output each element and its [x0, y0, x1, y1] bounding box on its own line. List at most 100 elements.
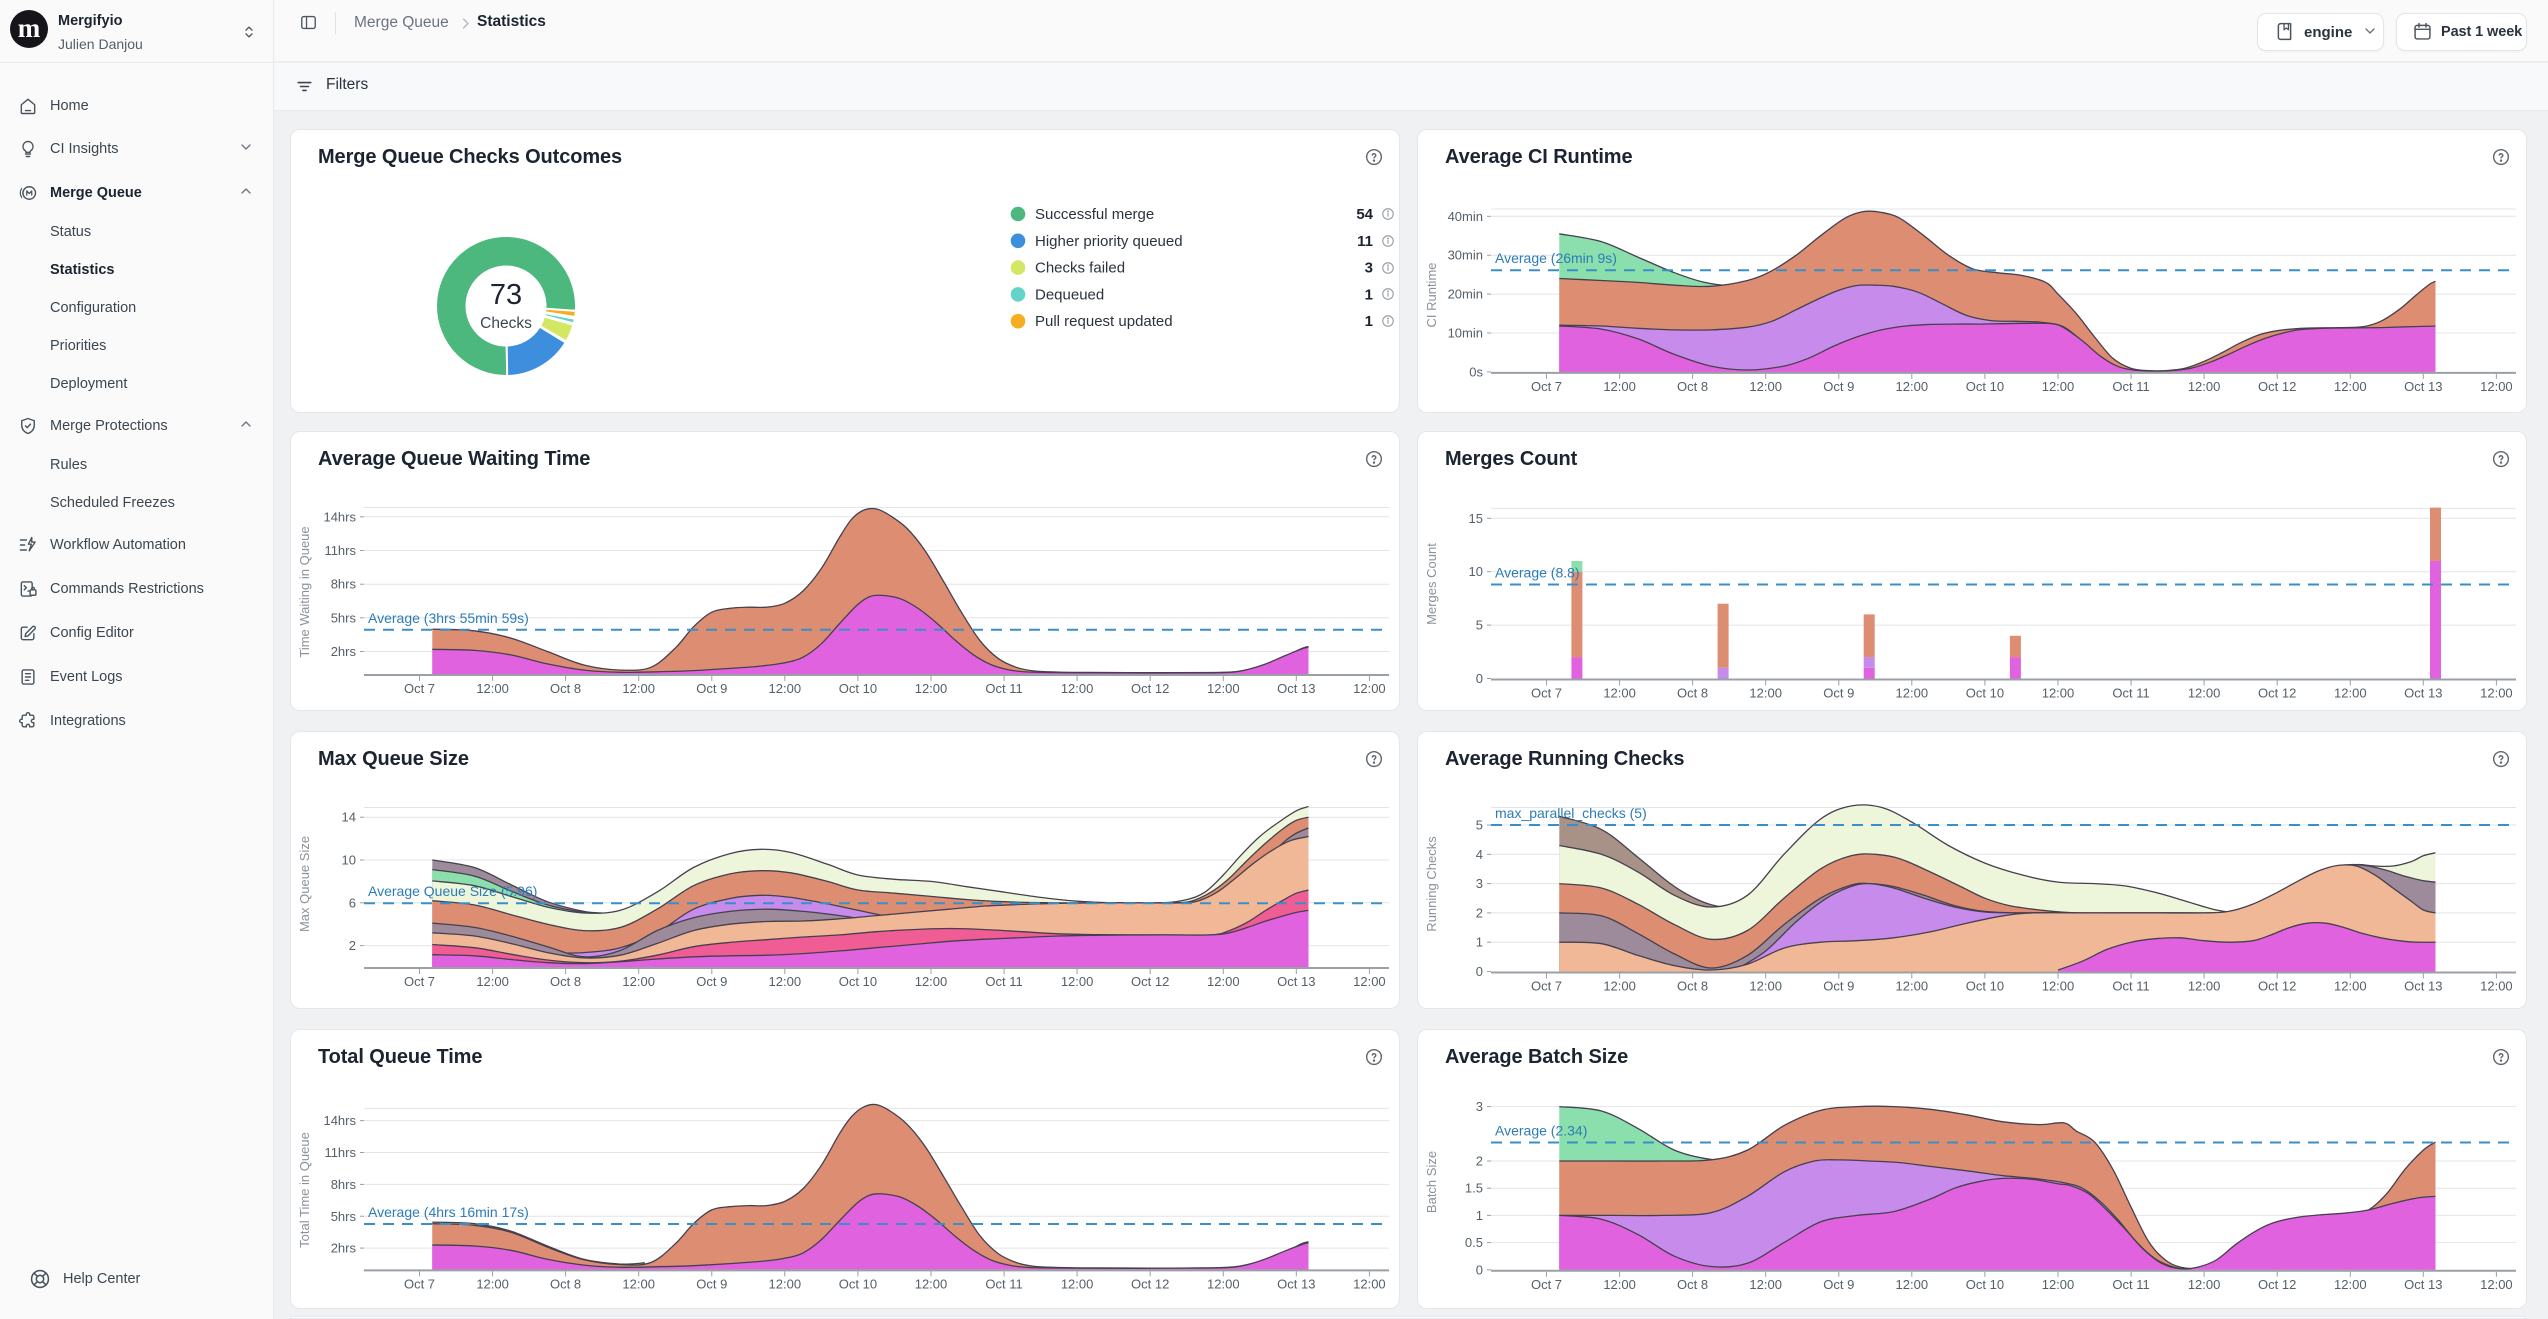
svg-text:54: 54: [1356, 206, 1373, 223]
svg-text:12:00: 12:00: [622, 681, 655, 696]
svg-text:Oct 13: Oct 13: [1277, 974, 1315, 989]
svg-text:2hrs: 2hrs: [331, 644, 357, 659]
svg-text:12:00: 12:00: [915, 681, 948, 696]
svg-text:12:00: 12:00: [2480, 686, 2513, 701]
svg-text:Oct 10: Oct 10: [839, 681, 877, 696]
svg-text:Max Queue Size: Max Queue Size: [297, 836, 312, 932]
svg-text:Average (26min 9s): Average (26min 9s): [1495, 250, 1617, 266]
svg-text:Oct 8: Oct 8: [550, 1276, 581, 1291]
svg-text:Oct 7: Oct 7: [1531, 979, 1562, 994]
svg-text:Oct 11: Oct 11: [2112, 979, 2149, 994]
svg-text:Pull request updated: Pull request updated: [1035, 313, 1173, 330]
svg-text:12:00: 12:00: [915, 1276, 948, 1291]
svg-text:0: 0: [1476, 671, 1483, 686]
svg-text:Oct 10: Oct 10: [839, 1276, 877, 1291]
svg-text:10: 10: [342, 853, 356, 868]
svg-text:Oct 13: Oct 13: [2404, 1277, 2442, 1292]
svg-text:14hrs: 14hrs: [323, 509, 356, 524]
svg-text:3: 3: [1365, 260, 1373, 277]
svg-text:12:00: 12:00: [2188, 686, 2221, 701]
svg-text:12:00: 12:00: [2042, 979, 2075, 994]
svg-text:Oct 10: Oct 10: [1966, 1277, 2004, 1292]
svg-text:5hrs: 5hrs: [331, 1209, 357, 1224]
svg-text:Oct 10: Oct 10: [1966, 686, 2004, 701]
svg-text:11hrs: 11hrs: [324, 1145, 356, 1160]
svg-text:Average (8.8): Average (8.8): [1495, 565, 1580, 581]
svg-text:12:00: 12:00: [1603, 1277, 1636, 1292]
svg-text:12:00: 12:00: [1353, 974, 1386, 989]
svg-text:0: 0: [1476, 1262, 1483, 1277]
svg-text:2: 2: [349, 938, 356, 953]
svg-text:5hrs: 5hrs: [331, 610, 357, 625]
svg-text:12:00: 12:00: [476, 1276, 509, 1291]
svg-text:2hrs: 2hrs: [331, 1241, 357, 1256]
svg-text:Oct 11: Oct 11: [2112, 686, 2149, 701]
svg-text:12:00: 12:00: [622, 1276, 655, 1291]
svg-text:CI Runtime: CI Runtime: [1424, 262, 1439, 327]
svg-text:Checks: Checks: [480, 315, 532, 332]
svg-text:12:00: 12:00: [1603, 979, 1636, 994]
svg-text:1: 1: [1476, 935, 1483, 950]
svg-text:12:00: 12:00: [769, 974, 802, 989]
svg-text:Oct 12: Oct 12: [2258, 1277, 2296, 1292]
svg-text:Oct 7: Oct 7: [1531, 1277, 1562, 1292]
svg-text:5: 5: [1476, 818, 1483, 833]
svg-text:Higher priority queued: Higher priority queued: [1035, 233, 1183, 250]
svg-text:20min: 20min: [1448, 287, 1483, 302]
svg-text:Oct 11: Oct 11: [985, 974, 1022, 989]
svg-text:12:00: 12:00: [1061, 681, 1094, 696]
svg-text:12:00: 12:00: [769, 1276, 802, 1291]
svg-text:Oct 13: Oct 13: [2404, 379, 2442, 394]
svg-text:Oct 10: Oct 10: [1966, 379, 2004, 394]
svg-text:6: 6: [349, 895, 356, 910]
svg-text:12:00: 12:00: [2042, 686, 2075, 701]
svg-text:12:00: 12:00: [2188, 379, 2221, 394]
svg-text:Oct 8: Oct 8: [1677, 1277, 1708, 1292]
svg-text:0.5: 0.5: [1465, 1235, 1483, 1250]
svg-text:Oct 9: Oct 9: [696, 974, 727, 989]
svg-text:12:00: 12:00: [1353, 1276, 1386, 1291]
svg-text:Oct 8: Oct 8: [1677, 686, 1708, 701]
svg-text:12:00: 12:00: [2480, 379, 2513, 394]
svg-text:12:00: 12:00: [2042, 1277, 2075, 1292]
svg-text:12:00: 12:00: [2480, 1277, 2513, 1292]
svg-text:Oct 10: Oct 10: [1966, 979, 2004, 994]
svg-text:Oct 8: Oct 8: [1677, 379, 1708, 394]
svg-text:10min: 10min: [1448, 326, 1483, 341]
svg-text:Oct 8: Oct 8: [550, 681, 581, 696]
svg-text:0s: 0s: [1469, 364, 1483, 379]
svg-text:12:00: 12:00: [2188, 979, 2221, 994]
svg-text:1: 1: [1476, 1208, 1483, 1223]
svg-text:Oct 9: Oct 9: [1823, 979, 1854, 994]
svg-text:Oct 12: Oct 12: [2258, 379, 2296, 394]
svg-text:Running Checks: Running Checks: [1424, 836, 1439, 932]
svg-text:11hrs: 11hrs: [324, 543, 356, 558]
svg-text:Oct 7: Oct 7: [404, 1276, 435, 1291]
svg-text:Oct 7: Oct 7: [404, 681, 435, 696]
svg-text:12:00: 12:00: [2334, 379, 2367, 394]
svg-text:Oct 12: Oct 12: [2258, 686, 2296, 701]
svg-text:12:00: 12:00: [1749, 1277, 1782, 1292]
svg-text:12:00: 12:00: [476, 681, 509, 696]
svg-text:Total Time in Queue: Total Time in Queue: [297, 1132, 312, 1248]
svg-text:0: 0: [1476, 964, 1483, 979]
svg-text:73: 73: [490, 279, 522, 311]
svg-text:12:00: 12:00: [1749, 979, 1782, 994]
svg-text:12:00: 12:00: [1061, 974, 1094, 989]
svg-text:Oct 12: Oct 12: [1131, 681, 1169, 696]
svg-text:Successful merge: Successful merge: [1035, 206, 1154, 223]
svg-text:Oct 12: Oct 12: [1131, 1276, 1169, 1291]
svg-text:14: 14: [342, 810, 356, 825]
svg-text:12:00: 12:00: [1896, 1277, 1929, 1292]
svg-text:Oct 10: Oct 10: [839, 974, 877, 989]
svg-text:Oct 13: Oct 13: [1277, 681, 1315, 696]
svg-text:12:00: 12:00: [2334, 1277, 2367, 1292]
svg-text:Average (3hrs 55min 59s): Average (3hrs 55min 59s): [368, 610, 529, 626]
svg-text:Oct 11: Oct 11: [2112, 1277, 2149, 1292]
svg-text:12:00: 12:00: [1353, 681, 1386, 696]
svg-text:14hrs: 14hrs: [323, 1113, 356, 1128]
svg-text:Oct 12: Oct 12: [1131, 974, 1169, 989]
svg-text:12:00: 12:00: [1207, 681, 1240, 696]
svg-text:Dequeued: Dequeued: [1035, 286, 1104, 303]
svg-text:Oct 9: Oct 9: [696, 681, 727, 696]
